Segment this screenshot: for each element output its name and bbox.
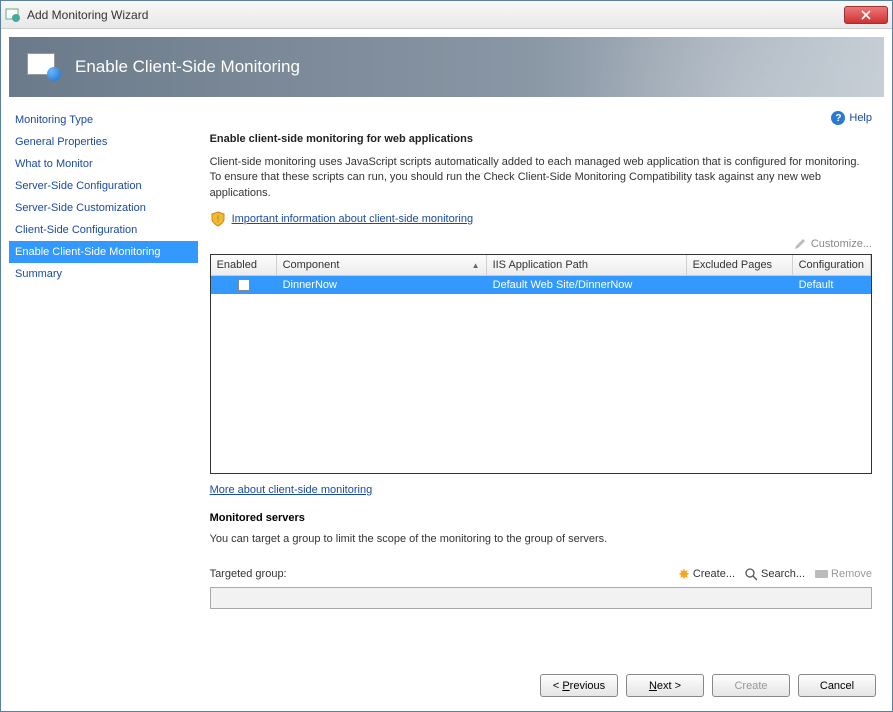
help-row: ? Help — [210, 111, 872, 125]
important-info-row: ! Important information about client-sid… — [210, 211, 872, 227]
remove-icon — [815, 570, 828, 578]
wizard-window: Add Monitoring Wizard Enable Client-Side… — [0, 0, 893, 712]
create-group-button[interactable]: ✸ Create... — [678, 566, 735, 583]
section-heading: Enable client-side monitoring for web ap… — [210, 133, 872, 145]
close-icon — [861, 10, 871, 20]
banner-icon — [27, 53, 61, 81]
customize-button[interactable]: Customize... — [811, 238, 872, 250]
close-button[interactable] — [844, 6, 888, 24]
sidebar-item-general-properties[interactable]: General Properties — [9, 131, 198, 153]
cell-enabled — [211, 278, 277, 292]
description-text: Client-side monitoring uses JavaScript s… — [210, 155, 872, 201]
cancel-button[interactable]: Cancel — [798, 674, 876, 697]
sidebar-item-client-side-configuration[interactable]: Client-Side Configuration — [9, 219, 198, 241]
sidebar-item-server-side-customization[interactable]: Server-Side Customization — [9, 197, 198, 219]
customize-row: Customize... — [210, 237, 872, 251]
enabled-checkbox[interactable] — [238, 279, 250, 291]
search-icon — [745, 568, 758, 581]
components-grid: Enabled Component▲ IIS Application Path … — [210, 254, 872, 474]
help-link[interactable]: Help — [849, 112, 872, 124]
footer: < Previous Next > Create Cancel — [1, 660, 892, 711]
table-row[interactable]: DinnerNow Default Web Site/DinnerNow Def… — [211, 276, 871, 294]
banner-title: Enable Client-Side Monitoring — [75, 57, 300, 77]
sidebar-item-server-side-configuration[interactable]: Server-Side Configuration — [9, 175, 198, 197]
titlebar: Add Monitoring Wizard — [1, 1, 892, 29]
content-panel: ? Help Enable client-side monitoring for… — [198, 105, 884, 660]
help-icon: ? — [831, 111, 845, 125]
body: Monitoring Type General Properties What … — [1, 97, 892, 660]
pencil-icon — [793, 237, 807, 251]
create-button: Create — [712, 674, 790, 697]
targeted-group-input[interactable] — [210, 587, 872, 609]
cell-configuration: Default — [793, 278, 871, 292]
sidebar-item-monitoring-type[interactable]: Monitoring Type — [9, 109, 198, 131]
more-about-link[interactable]: More about client-side monitoring — [210, 484, 373, 496]
svg-text:!: ! — [216, 214, 219, 224]
remove-group-button: Remove — [815, 568, 872, 580]
banner: Enable Client-Side Monitoring — [9, 37, 884, 97]
cell-component: DinnerNow — [277, 278, 487, 292]
grid-header: Enabled Component▲ IIS Application Path … — [211, 255, 871, 276]
star-icon: ✸ — [678, 566, 690, 583]
important-info-link[interactable]: Important information about client-side … — [232, 213, 474, 225]
column-header-component[interactable]: Component▲ — [277, 255, 487, 275]
cell-excluded — [687, 284, 793, 286]
sidebar-item-what-to-monitor[interactable]: What to Monitor — [9, 153, 198, 175]
sidebar-item-summary[interactable]: Summary — [9, 263, 198, 285]
column-header-iis[interactable]: IIS Application Path — [487, 255, 687, 275]
more-link-row: More about client-side monitoring — [210, 484, 872, 496]
targeted-group-row: Targeted group: ✸ Create... Search... Re… — [210, 566, 872, 583]
monitored-servers-desc: You can target a group to limit the scop… — [210, 532, 872, 547]
column-header-excluded[interactable]: Excluded Pages — [687, 255, 793, 275]
monitored-servers-heading: Monitored servers — [210, 512, 872, 524]
search-group-button[interactable]: Search... — [745, 568, 805, 581]
targeted-group-label: Targeted group: — [210, 568, 287, 580]
sidebar-item-enable-client-side-monitoring[interactable]: Enable Client-Side Monitoring — [9, 241, 198, 263]
next-button[interactable]: Next > — [626, 674, 704, 697]
column-header-configuration[interactable]: Configuration — [793, 255, 871, 275]
column-header-enabled[interactable]: Enabled — [211, 255, 277, 275]
sort-asc-icon: ▲ — [472, 261, 480, 270]
sidebar: Monitoring Type General Properties What … — [9, 105, 198, 660]
targeted-actions: ✸ Create... Search... Remove — [678, 566, 872, 583]
shield-icon: ! — [210, 211, 226, 227]
app-icon — [5, 7, 21, 23]
window-title: Add Monitoring Wizard — [27, 8, 844, 22]
cell-iis: Default Web Site/DinnerNow — [487, 278, 687, 292]
previous-button[interactable]: < Previous — [540, 674, 618, 697]
